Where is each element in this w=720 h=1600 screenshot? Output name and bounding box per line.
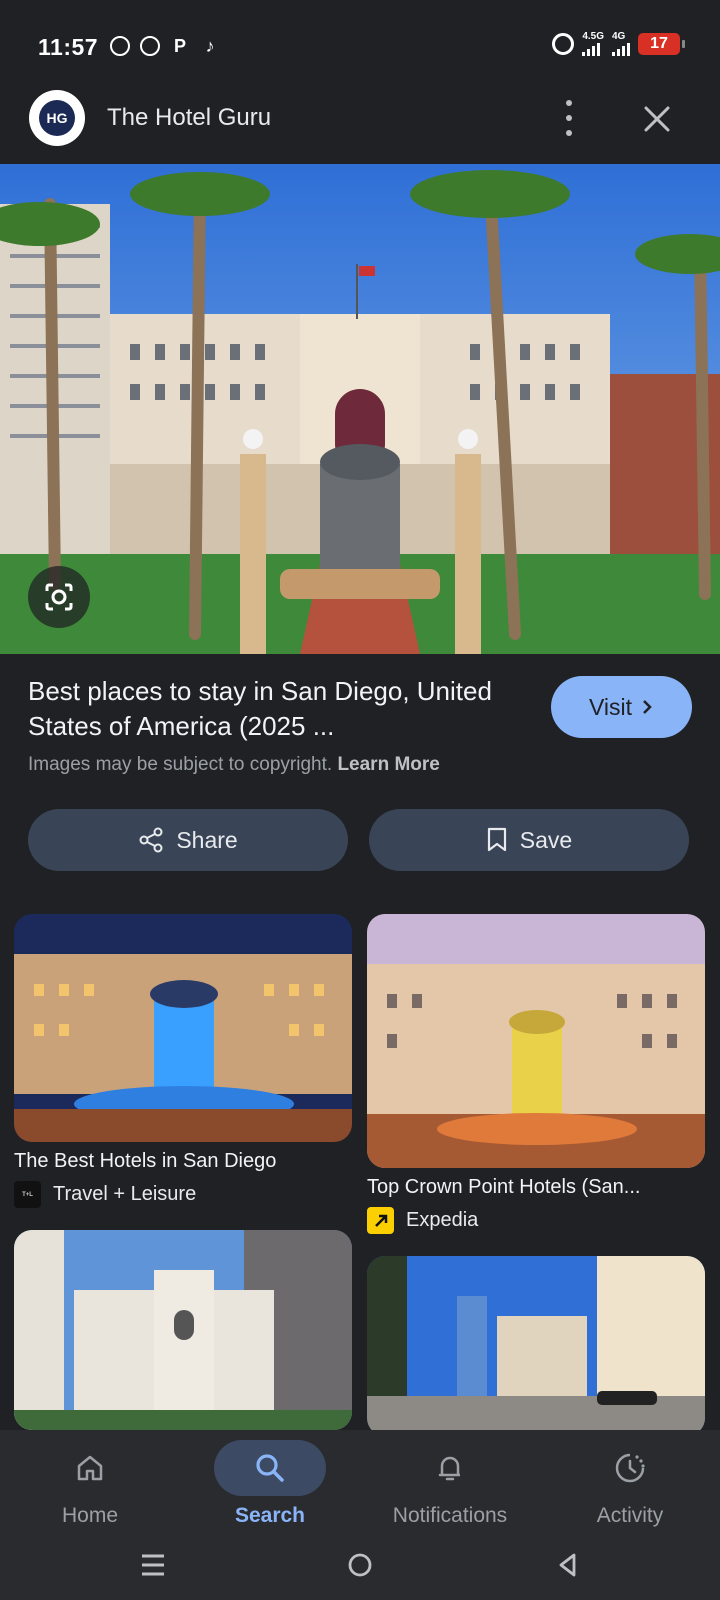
nav-icon-container: [574, 1440, 686, 1496]
hero-image[interactable]: [0, 164, 720, 654]
alarm-icon: [552, 33, 575, 55]
nav-icon-container: [394, 1440, 506, 1496]
network-label: 4G: [612, 31, 626, 42]
expedia-favicon: [367, 1207, 394, 1234]
copyright-text: Images may be subject to copyright.: [28, 754, 333, 775]
network-label: 4.5G: [582, 31, 604, 42]
site-logo: HG: [29, 90, 85, 146]
related-card[interactable]: [14, 1230, 352, 1430]
related-source: Expedia: [367, 1207, 705, 1234]
nav-icon-container: [34, 1440, 146, 1496]
more-options-icon[interactable]: [562, 100, 576, 136]
hotel-photo: [0, 164, 720, 654]
home-icon: [77, 1455, 103, 1481]
nav-label: Notifications: [392, 1504, 508, 1527]
nav-home[interactable]: Home: [0, 1430, 180, 1530]
visit-button[interactable]: Visit: [551, 676, 692, 738]
related-title: Top Crown Point Hotels (San...: [367, 1176, 641, 1198]
save-button[interactable]: Save: [369, 809, 689, 871]
related-source: T+L Travel + Leisure: [14, 1181, 352, 1208]
home-button-icon[interactable]: [345, 1550, 375, 1580]
learn-more-link[interactable]: Learn More: [337, 754, 439, 775]
battery-indicator: 17: [638, 33, 685, 55]
source-name: Travel + Leisure: [53, 1183, 197, 1205]
network-indicator: 4.5G: [582, 32, 604, 56]
system-navigation-bar: [0, 1530, 720, 1600]
related-image: [14, 914, 352, 1142]
bookmark-icon: [487, 827, 506, 852]
result-header: HG The Hotel Guru: [0, 90, 720, 164]
visit-label: Visit: [588, 693, 633, 720]
status-time: 11:57: [38, 34, 99, 60]
whatsapp-icon: [108, 34, 132, 58]
nav-label: Home: [61, 1504, 119, 1527]
related-card[interactable]: [367, 1256, 705, 1436]
chevron-right-icon: [643, 700, 652, 714]
lens-icon: [45, 583, 73, 611]
status-app-icons: P ♪: [108, 34, 222, 58]
source-name: Expedia: [406, 1209, 479, 1231]
nav-search[interactable]: Search: [180, 1430, 360, 1530]
back-icon[interactable]: [553, 1550, 583, 1580]
parking-app-icon: P: [173, 35, 186, 56]
save-label: Save: [519, 826, 573, 853]
related-card[interactable]: Top Crown Point Hotels (San... Expedia: [367, 914, 705, 1234]
whatsapp-icon: [138, 34, 162, 58]
site-name: The Hotel Guru: [107, 104, 272, 131]
close-icon[interactable]: [642, 104, 672, 134]
bottom-navigation: Home Search Notifications Activity: [0, 1430, 720, 1530]
site-logo-text: HG: [39, 100, 75, 136]
tiktok-icon: ♪: [205, 35, 215, 56]
share-label: Share: [176, 826, 238, 853]
activity-icon: [615, 1453, 645, 1483]
result-title[interactable]: Best places to stay in San Diego, United…: [28, 674, 498, 744]
share-icon: [139, 827, 163, 853]
related-card[interactable]: The Best Hotels in San Diego T+L Travel …: [14, 914, 352, 1208]
status-indicators: 4.5G 4G 17: [552, 32, 685, 56]
related-image: [367, 914, 705, 1168]
related-image: [14, 1230, 352, 1430]
bell-icon: [438, 1456, 460, 1481]
related-title: The Best Hotels in San Diego: [14, 1150, 277, 1172]
search-icon: [256, 1454, 284, 1482]
nav-label: Search: [234, 1504, 306, 1527]
recent-apps-icon[interactable]: [138, 1550, 168, 1580]
nav-notifications[interactable]: Notifications: [360, 1430, 540, 1530]
network-indicator: 4G: [612, 32, 630, 56]
nav-icon-container: [214, 1440, 326, 1496]
copyright-notice: Images may be subject to copyright. Lear…: [28, 754, 440, 776]
share-button[interactable]: Share: [28, 809, 348, 871]
travel-leisure-favicon: T+L: [14, 1181, 41, 1208]
related-image: [367, 1256, 705, 1436]
nav-label: Activity: [596, 1504, 664, 1527]
google-lens-button[interactable]: [28, 566, 90, 628]
nav-activity[interactable]: Activity: [540, 1430, 720, 1530]
status-bar: 11:57 P ♪ 4.5G 4G 17: [0, 0, 720, 90]
